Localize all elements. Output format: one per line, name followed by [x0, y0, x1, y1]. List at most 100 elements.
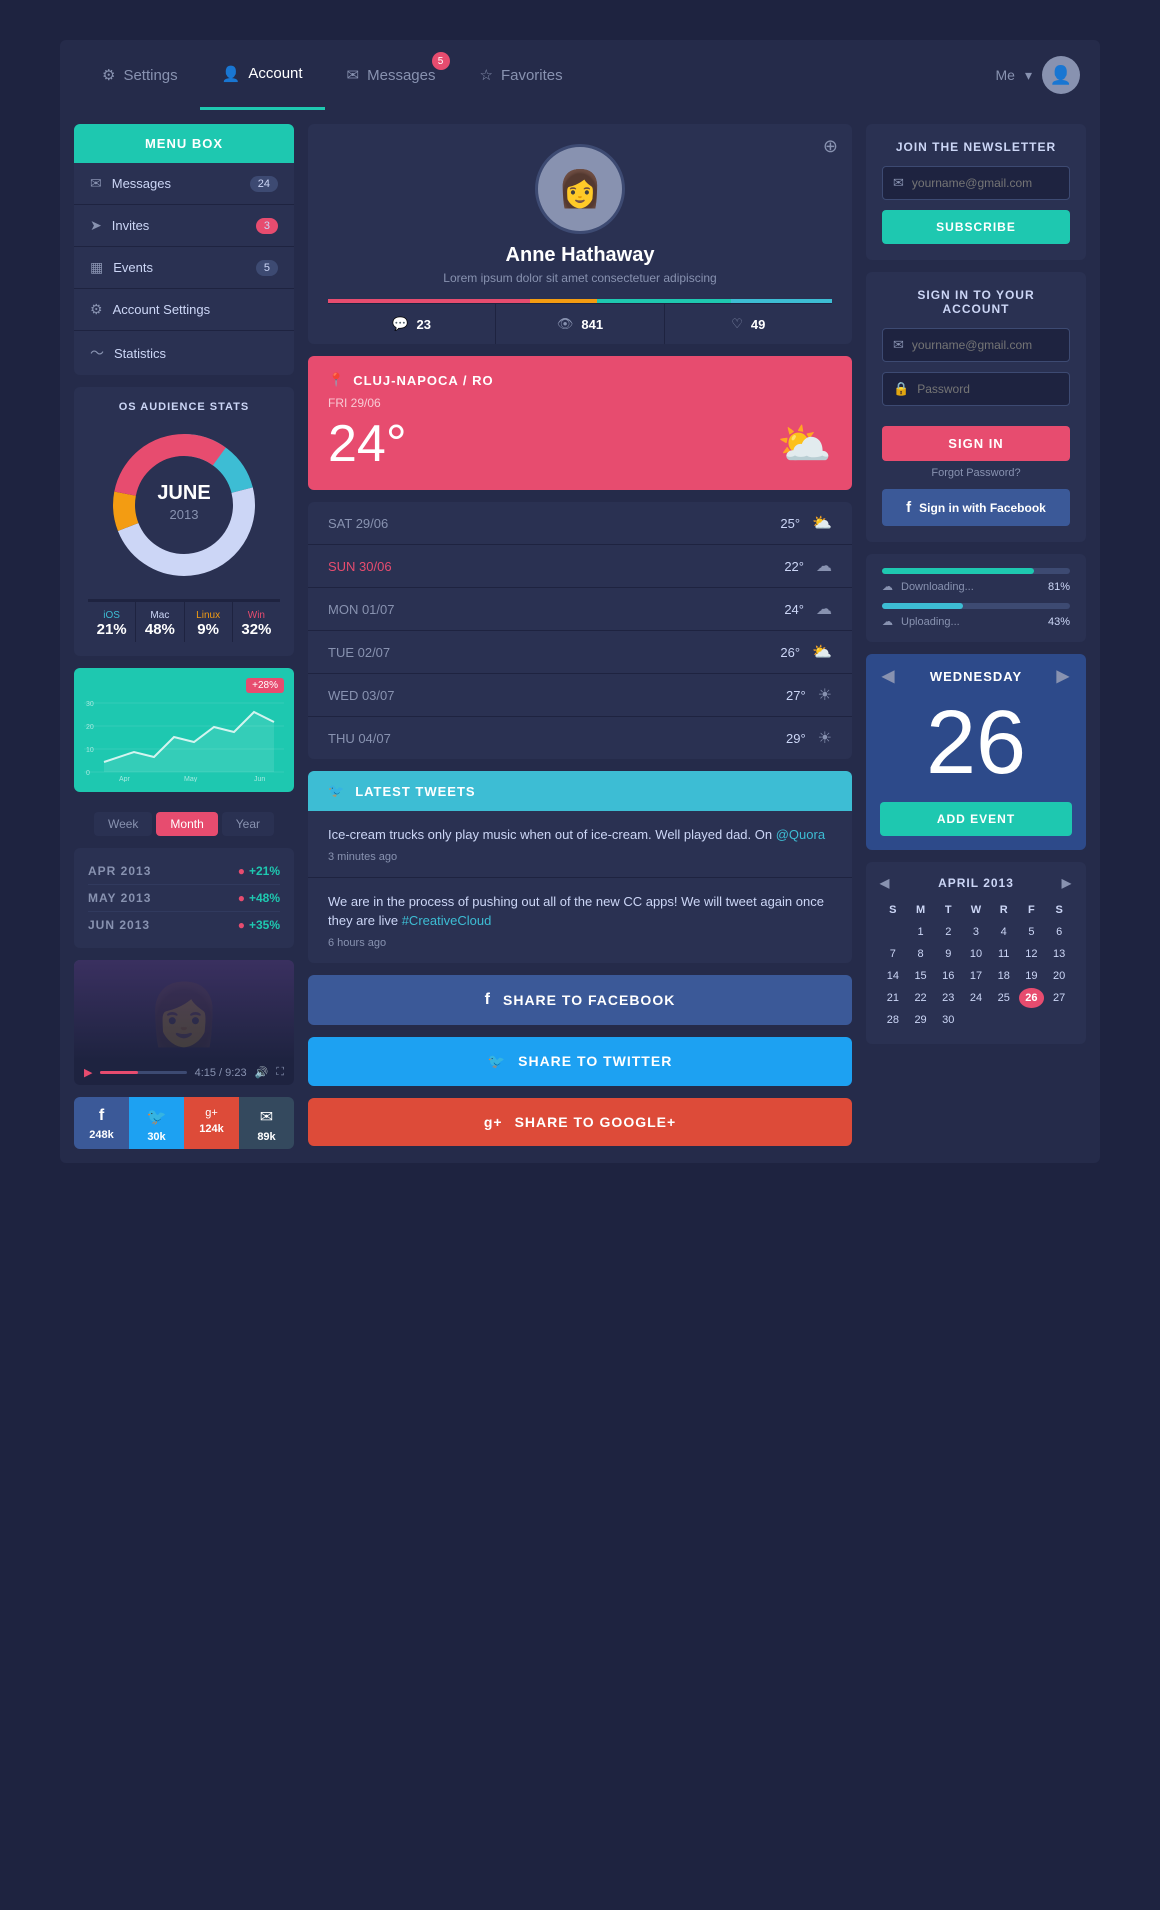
cal-day-10[interactable]: 10 — [963, 944, 989, 964]
tweet-text-1: We are in the process of pushing out all… — [328, 892, 832, 931]
color-bar — [328, 299, 832, 303]
cal-day-14[interactable]: 14 — [880, 966, 906, 986]
week-button[interactable]: Week — [94, 812, 152, 836]
cal-day-11[interactable]: 11 — [991, 944, 1017, 964]
share-facebook-button[interactable]: f SHARE TO FACEBOOK — [308, 975, 852, 1025]
avatar[interactable]: 👤 — [1042, 56, 1080, 94]
share-twitter-button[interactable]: 🐦 SHARE TO TWITTER — [308, 1037, 852, 1086]
fullscreen-icon[interactable]: ⛶ — [276, 1066, 284, 1079]
weather-temp-thu: 29° — [786, 731, 806, 746]
location-icon: 📍 — [328, 372, 345, 388]
tweets-box: 🐦 LATEST TWEETS Ice-cream trucks only pl… — [308, 771, 852, 963]
nav-user[interactable]: Me ▾ 👤 — [996, 56, 1080, 94]
signin-password-input[interactable] — [917, 382, 1059, 396]
cal-day-2[interactable]: 2 — [935, 922, 961, 942]
cal-day-15[interactable]: 15 — [908, 966, 934, 986]
mail-icon: ✉ — [893, 337, 904, 353]
tweet-time-1: 6 hours ago — [328, 937, 832, 949]
weather-day-sat: SAT 29/06 — [328, 516, 408, 531]
cal-day-9[interactable]: 9 — [935, 944, 961, 964]
menu-item-messages[interactable]: ✉ Messages 24 — [74, 163, 294, 205]
share-googleplus-button[interactable]: g+ SHARE TO GOOGLE+ — [308, 1098, 852, 1146]
googleplus-social[interactable]: g+ 124k — [184, 1097, 239, 1149]
mini-cal-next[interactable]: ▶ — [1062, 876, 1072, 890]
tweet-link-0[interactable]: @Quora — [776, 827, 825, 842]
weather-day-wed: WED 03/07 — [328, 688, 408, 703]
tab-settings[interactable]: ⚙ Settings — [80, 40, 200, 110]
chart-badge: +28% — [246, 678, 284, 693]
profile-stat-views: 👁 841 — [496, 304, 664, 344]
forgot-password-link[interactable]: Forgot Password? — [882, 467, 1070, 479]
cal-day-24[interactable]: 24 — [963, 988, 989, 1008]
tab-favorites[interactable]: ☆ Favorites — [458, 40, 585, 110]
add-event-button[interactable]: ADD EVENT — [880, 802, 1072, 836]
facebook-social[interactable]: f 248k — [74, 1097, 129, 1149]
download-fill — [882, 568, 1034, 574]
signin-button[interactable]: SIGN IN — [882, 426, 1070, 461]
cal-day-20[interactable]: 20 — [1046, 966, 1072, 986]
cal-day-8[interactable]: 8 — [908, 944, 934, 964]
video-thumbnail[interactable]: 👩 ▶ — [74, 960, 294, 1060]
tweet-link-1[interactable]: #CreativeCloud — [402, 913, 492, 928]
cal-day-7[interactable]: 7 — [880, 944, 906, 964]
cal-day-4[interactable]: 4 — [991, 922, 1017, 942]
main-layout: MENU BOX ✉ Messages 24 ➤ Invites 3 ▦ Eve… — [60, 110, 1100, 1163]
cal-header-s2: S — [1046, 900, 1072, 920]
cal-prev-button[interactable]: ◀ — [882, 666, 895, 686]
progress-box: ☁ Downloading... 81% ☁ Uploading... 43% — [866, 554, 1086, 642]
year-button[interactable]: Year — [222, 812, 274, 836]
weather-icon-sat: ⛅ — [812, 513, 832, 533]
cal-day-1[interactable]: 1 — [908, 922, 934, 942]
twitter-count: 30k — [133, 1131, 180, 1143]
cal-day-28[interactable]: 28 — [880, 1010, 906, 1030]
tab-messages[interactable]: ✉ Messages 5 — [325, 40, 458, 110]
menu-item-account-settings[interactable]: ⚙ Account Settings — [74, 289, 294, 331]
weather-day-thu: THU 04/07 — [328, 731, 408, 746]
email-social[interactable]: ✉ 89k — [239, 1097, 294, 1149]
signin-title: SIGN IN TO YOUR ACCOUNT — [882, 288, 1070, 316]
cal-day-5[interactable]: 5 — [1019, 922, 1045, 942]
menu-item-invites[interactable]: ➤ Invites 3 — [74, 205, 294, 247]
video-progress-bar[interactable] — [100, 1071, 186, 1074]
cal-day-22[interactable]: 22 — [908, 988, 934, 1008]
subscribe-button[interactable]: SUBSCRIBE — [882, 210, 1070, 244]
cal-day-13[interactable]: 13 — [1046, 944, 1072, 964]
mini-cal-prev[interactable]: ◀ — [880, 876, 890, 890]
newsletter-email-field[interactable]: ✉ — [882, 166, 1070, 200]
signin-password-field[interactable]: 🔒 — [882, 372, 1070, 406]
cal-day-27[interactable]: 27 — [1046, 988, 1072, 1008]
cal-day-21[interactable]: 21 — [880, 988, 906, 1008]
cal-day-26-today[interactable]: 26 — [1019, 988, 1045, 1008]
stats-row-apr: APR 2013 ● +21% — [88, 858, 280, 885]
play-icon[interactable]: ▶ — [84, 1066, 92, 1079]
twitter-social[interactable]: 🐦 30k — [129, 1097, 184, 1149]
newsletter-box: JOIN THE NEWSLETTER ✉ SUBSCRIBE — [866, 124, 1086, 260]
signin-email-input[interactable] — [912, 338, 1059, 352]
add-icon[interactable]: ⊕ — [823, 136, 838, 157]
cal-day-17[interactable]: 17 — [963, 966, 989, 986]
month-button[interactable]: Month — [156, 812, 217, 836]
cal-day-18[interactable]: 18 — [991, 966, 1017, 986]
cal-day-29[interactable]: 29 — [908, 1010, 934, 1030]
cal-next-button[interactable]: ▶ — [1057, 666, 1070, 686]
weather-icon-thu: ☀ — [818, 728, 832, 748]
profile-stats: 💬 23 👁 841 ♡ 49 — [328, 303, 832, 344]
cal-day-3[interactable]: 3 — [963, 922, 989, 942]
menu-item-statistics[interactable]: 〜 Statistics — [74, 331, 294, 375]
cal-day-19[interactable]: 19 — [1019, 966, 1045, 986]
download-pct: 81% — [1048, 581, 1070, 593]
weather-icon-wed: ☀ — [818, 685, 832, 705]
cal-day-25[interactable]: 25 — [991, 988, 1017, 1008]
volume-icon[interactable]: 🔊 — [255, 1066, 269, 1079]
cal-day-30[interactable]: 30 — [935, 1010, 961, 1030]
weather-location: 📍 CLUJ-NAPOCA / RO — [328, 372, 832, 388]
cal-day-6[interactable]: 6 — [1046, 922, 1072, 942]
cal-day-23[interactable]: 23 — [935, 988, 961, 1008]
tab-account[interactable]: 👤 Account — [200, 40, 325, 110]
cal-day-16[interactable]: 16 — [935, 966, 961, 986]
cal-day-12[interactable]: 12 — [1019, 944, 1045, 964]
facebook-signin-button[interactable]: f Sign in with Facebook — [882, 489, 1070, 526]
menu-item-events[interactable]: ▦ Events 5 — [74, 247, 294, 289]
newsletter-email-input[interactable] — [912, 176, 1059, 190]
signin-email-field[interactable]: ✉ — [882, 328, 1070, 362]
